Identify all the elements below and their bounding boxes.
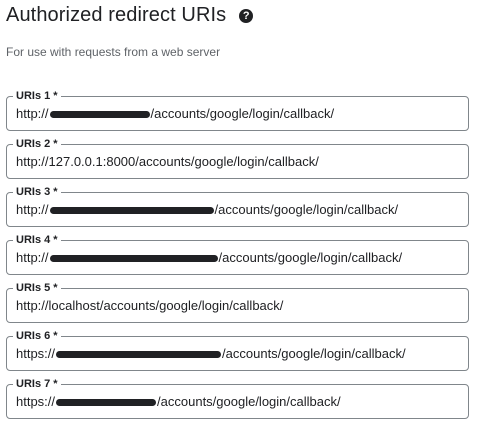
section-title: Authorized redirect URIs — [6, 4, 227, 26]
uri-field-label: URIs 5 * — [13, 281, 61, 295]
uri-prefix: https:// — [16, 394, 56, 409]
uri-field-label: URIs 1 * — [13, 89, 61, 103]
uri-suffix: /accounts/google/login/callback/ — [214, 202, 399, 217]
uri-prefix: http://127.0.0.1:8000/accounts/google/lo… — [16, 154, 319, 169]
section-header: Authorized redirect URIs ? — [6, 4, 254, 27]
uri-suffix: /accounts/google/login/callback/ — [150, 106, 335, 121]
redaction-mark — [49, 111, 150, 118]
uri-prefix: https:// — [16, 346, 56, 361]
uri-input-value[interactable]: http:// /accounts/google/login/callback/ — [16, 202, 398, 217]
uri-field-label: URIs 6 * — [13, 329, 61, 343]
uri-input-value[interactable]: http:// /accounts/google/login/callback/ — [16, 250, 402, 265]
uri-field-label: URIs 2 * — [13, 137, 61, 151]
redaction-mark — [56, 351, 222, 358]
help-icon[interactable]: ? — [239, 9, 254, 23]
uri-field-label: URIs 4 * — [13, 233, 61, 247]
redaction-mark — [49, 207, 214, 214]
uri-prefix: http:// — [16, 250, 49, 265]
uri-field-5[interactable]: URIs 5 * http://localhost/accounts/googl… — [6, 281, 469, 323]
uri-input-value[interactable]: https:// /accounts/google/login/callback… — [16, 346, 406, 361]
uri-input-value[interactable]: http:// /accounts/google/login/callback/ — [16, 106, 334, 121]
redaction-mark — [49, 255, 218, 262]
uri-suffix: /accounts/google/login/callback/ — [222, 346, 406, 361]
uri-prefix: http:// — [16, 202, 49, 217]
uri-suffix: /accounts/google/login/callback/ — [157, 394, 341, 409]
uri-field-3[interactable]: URIs 3 * http:// /accounts/google/login/… — [6, 185, 469, 227]
uri-input-value[interactable]: http://localhost/accounts/google/login/c… — [16, 298, 283, 313]
uri-field-7[interactable]: URIs 7 * https:// /accounts/google/login… — [6, 377, 469, 419]
uri-input-value[interactable]: https:// /accounts/google/login/callback… — [16, 394, 341, 409]
uri-field-2[interactable]: URIs 2 * http://127.0.0.1:8000/accounts/… — [6, 137, 469, 179]
uri-prefix: http://localhost/accounts/google/login/c… — [16, 298, 284, 313]
uri-field-label: URIs 3 * — [13, 185, 61, 199]
uri-prefix: http:// — [16, 106, 49, 121]
uri-suffix: /accounts/google/login/callback/ — [218, 250, 403, 265]
uri-field-1[interactable]: URIs 1 * http:// /accounts/google/login/… — [6, 89, 469, 131]
redaction-mark — [56, 399, 157, 406]
uri-field-label: URIs 7 * — [13, 377, 61, 391]
uri-input-value[interactable]: http://127.0.0.1:8000/accounts/google/lo… — [16, 154, 319, 169]
section-subtitle: For use with requests from a web server — [6, 45, 221, 59]
uri-field-6[interactable]: URIs 6 * https:// /accounts/google/login… — [6, 329, 469, 371]
uri-field-4[interactable]: URIs 4 * http:// /accounts/google/login/… — [6, 233, 469, 275]
